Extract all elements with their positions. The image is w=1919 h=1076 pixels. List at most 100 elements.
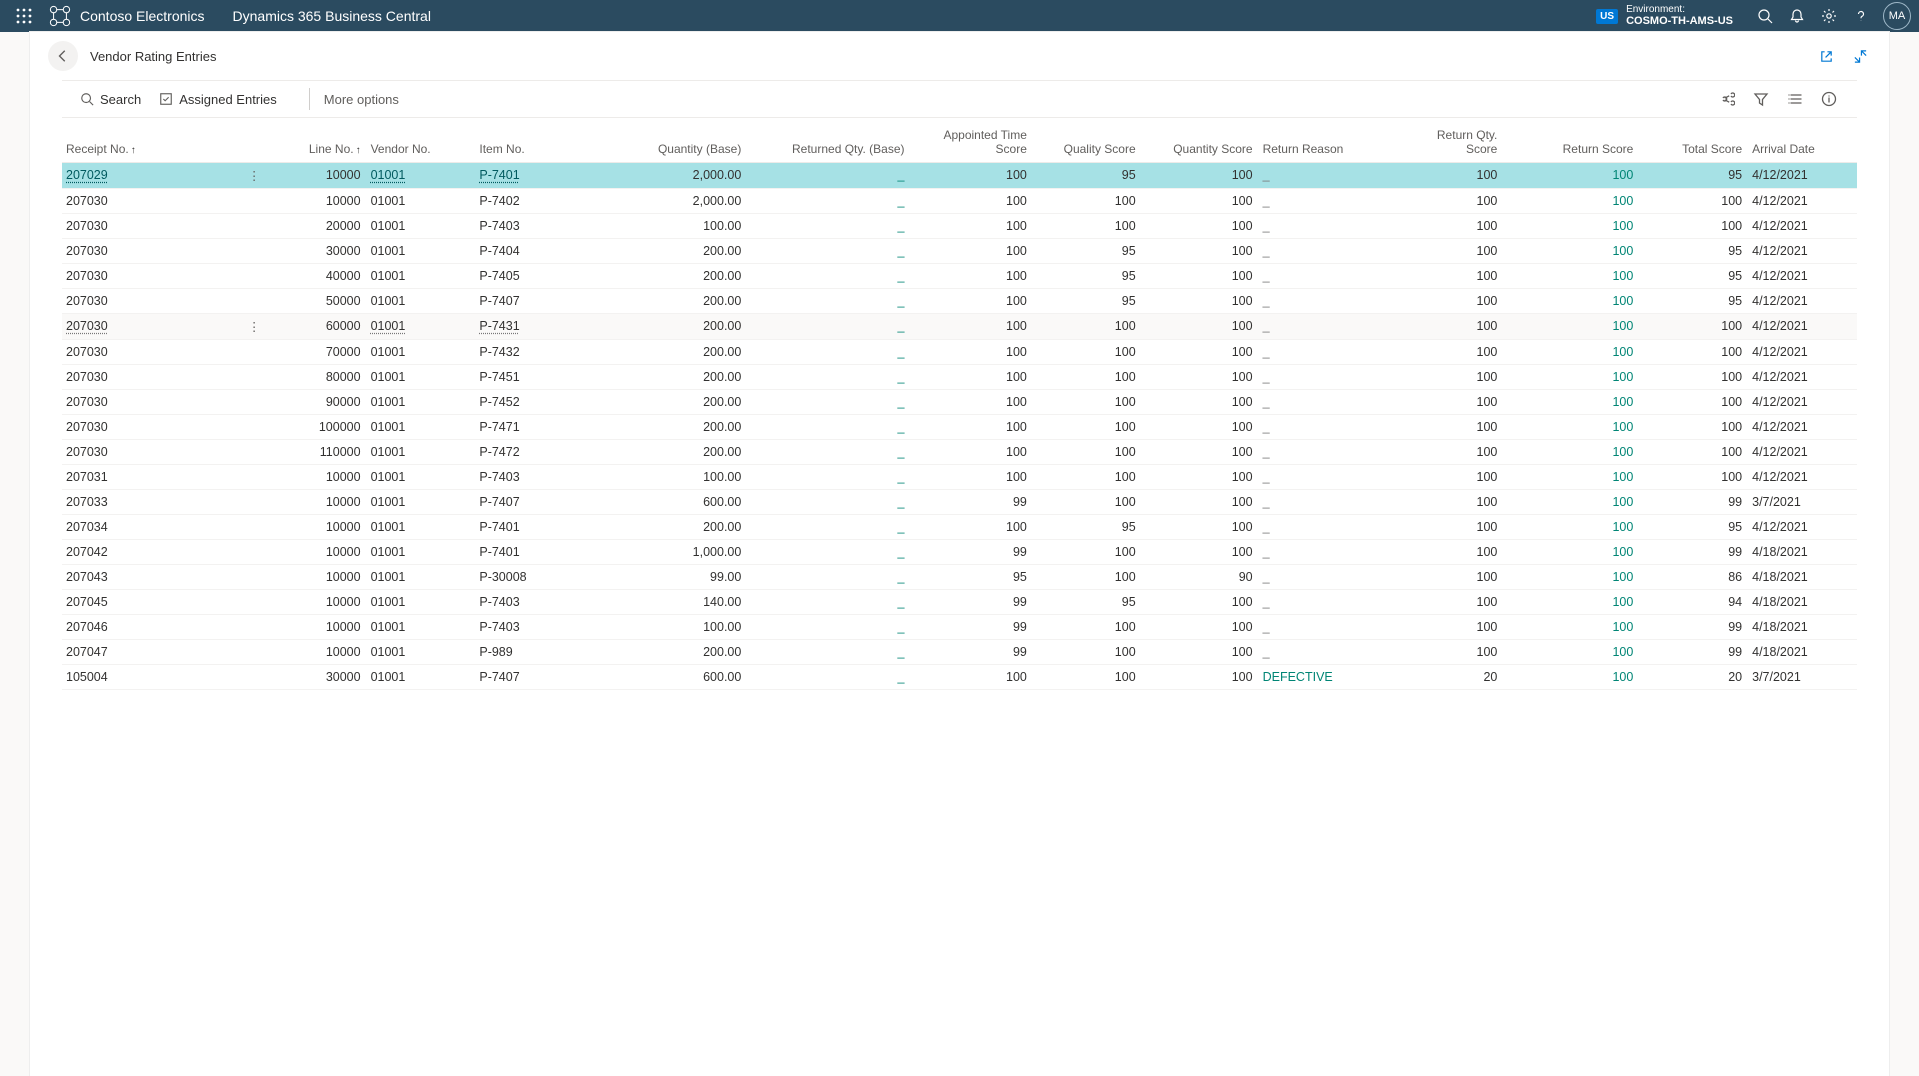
cell-receipt[interactable]: 207043: [66, 570, 108, 584]
cell-item[interactable]: P-7403: [479, 219, 519, 233]
col-line[interactable]: Line No.: [271, 118, 366, 162]
cell-reason[interactable]: _: [1259, 489, 1409, 514]
environment-indicator[interactable]: US Environment: COSMO-TH-AMS-US: [1596, 4, 1745, 27]
cell-receipt[interactable]: 207031: [66, 470, 108, 484]
row-actions-button[interactable]: [239, 414, 272, 439]
cell-item[interactable]: P-7432: [479, 345, 519, 359]
row-actions-button[interactable]: [239, 514, 272, 539]
cell-vendor[interactable]: 01001: [371, 168, 406, 182]
cell-vendor[interactable]: 01001: [371, 395, 406, 409]
settings-icon[interactable]: [1813, 0, 1845, 32]
cell-rqty[interactable]: _: [747, 188, 910, 213]
cell-rscore[interactable]: 100: [1503, 664, 1639, 689]
cell-receipt[interactable]: 207030: [66, 194, 108, 208]
cell-rscore[interactable]: 100: [1503, 389, 1639, 414]
cell-receipt[interactable]: 207030: [66, 395, 108, 409]
cell-reason[interactable]: _: [1259, 364, 1409, 389]
cell-receipt[interactable]: 207030: [66, 370, 108, 384]
table-row[interactable]: 207029⋮1000001001P-74012,000.00_10095100…: [62, 162, 1857, 188]
cell-reason[interactable]: _: [1259, 539, 1409, 564]
cell-receipt[interactable]: 207030: [66, 445, 108, 459]
col-item[interactable]: Item No.: [475, 118, 611, 162]
cell-item[interactable]: P-7403: [479, 470, 519, 484]
col-rscore[interactable]: Return Score: [1503, 118, 1639, 162]
cell-item[interactable]: P-7431: [479, 319, 519, 333]
cell-rscore[interactable]: 100: [1503, 439, 1639, 464]
row-actions-button[interactable]: [239, 389, 272, 414]
row-actions-button[interactable]: [239, 288, 272, 313]
cell-reason[interactable]: _: [1259, 263, 1409, 288]
cell-rqty[interactable]: _: [747, 339, 910, 364]
row-actions-button[interactable]: [239, 188, 272, 213]
row-actions-button[interactable]: ⋮: [239, 313, 272, 339]
cell-receipt[interactable]: 207042: [66, 545, 108, 559]
cell-vendor[interactable]: 01001: [371, 319, 406, 333]
cell-reason[interactable]: DEFECTIVE: [1259, 664, 1409, 689]
col-receipt[interactable]: Receipt No.: [62, 118, 239, 162]
company-name[interactable]: Contoso Electronics: [80, 8, 205, 24]
table-row[interactable]: 2070471000001001P-989200.00_99100100_100…: [62, 639, 1857, 664]
collapse-icon[interactable]: [1849, 45, 1871, 67]
cell-receipt[interactable]: 207030: [66, 244, 108, 258]
cell-rscore[interactable]: 100: [1503, 514, 1639, 539]
col-vendor[interactable]: Vendor No.: [367, 118, 476, 162]
cell-item[interactable]: P-7401: [479, 520, 519, 534]
row-actions-button[interactable]: [239, 489, 272, 514]
row-actions-button[interactable]: [239, 614, 272, 639]
cell-rqty[interactable]: _: [747, 263, 910, 288]
table-container[interactable]: Receipt No. Line No. Vendor No. Item No.…: [62, 118, 1857, 1072]
user-avatar[interactable]: MA: [1883, 2, 1911, 30]
row-actions-button[interactable]: [239, 213, 272, 238]
cell-reason[interactable]: _: [1259, 238, 1409, 263]
product-name[interactable]: Dynamics 365 Business Central: [233, 8, 431, 24]
cell-rqty[interactable]: _: [747, 313, 910, 339]
cell-reason[interactable]: _: [1259, 162, 1409, 188]
cell-reason[interactable]: _: [1259, 614, 1409, 639]
cell-receipt[interactable]: 207045: [66, 595, 108, 609]
cell-receipt[interactable]: 207029: [66, 168, 108, 182]
cell-rqty[interactable]: _: [747, 564, 910, 589]
cell-item[interactable]: P-7472: [479, 445, 519, 459]
cell-rscore[interactable]: 100: [1503, 414, 1639, 439]
cell-item[interactable]: P-7451: [479, 370, 519, 384]
cell-rqty[interactable]: _: [747, 439, 910, 464]
cell-receipt[interactable]: 207030: [66, 219, 108, 233]
cell-reason[interactable]: _: [1259, 389, 1409, 414]
cell-rqty[interactable]: _: [747, 238, 910, 263]
col-qtyscore[interactable]: Quantity Score: [1142, 118, 1259, 162]
cell-vendor[interactable]: 01001: [371, 269, 406, 283]
cell-item[interactable]: P-7401: [479, 168, 519, 182]
cell-vendor[interactable]: 01001: [371, 420, 406, 434]
cell-item[interactable]: P-7407: [479, 495, 519, 509]
row-actions-button[interactable]: [239, 464, 272, 489]
cell-reason[interactable]: _: [1259, 339, 1409, 364]
table-row[interactable]: 2070307000001001P-7432200.00_100100100_1…: [62, 339, 1857, 364]
help-icon[interactable]: [1845, 0, 1877, 32]
cell-rscore[interactable]: 100: [1503, 188, 1639, 213]
cell-vendor[interactable]: 01001: [371, 244, 406, 258]
cell-vendor[interactable]: 01001: [371, 545, 406, 559]
cell-reason[interactable]: _: [1259, 313, 1409, 339]
table-row[interactable]: 2070308000001001P-7451200.00_100100100_1…: [62, 364, 1857, 389]
table-row[interactable]: 1050043000001001P-7407600.00_100100100DE…: [62, 664, 1857, 689]
cell-item[interactable]: P-7403: [479, 595, 519, 609]
popout-icon[interactable]: [1815, 45, 1837, 67]
cell-reason[interactable]: _: [1259, 639, 1409, 664]
cell-item[interactable]: P-7402: [479, 194, 519, 208]
table-row[interactable]: 2070304000001001P-7405200.00_10095100_10…: [62, 263, 1857, 288]
cell-reason[interactable]: _: [1259, 514, 1409, 539]
cell-vendor[interactable]: 01001: [371, 620, 406, 634]
cell-rscore[interactable]: 100: [1503, 489, 1639, 514]
assigned-entries-button[interactable]: Assigned Entries: [159, 92, 277, 107]
cell-vendor[interactable]: 01001: [371, 294, 406, 308]
cell-rscore[interactable]: 100: [1503, 589, 1639, 614]
cell-rscore[interactable]: 100: [1503, 288, 1639, 313]
cell-receipt[interactable]: 207030: [66, 294, 108, 308]
col-arrival[interactable]: Arrival Date: [1748, 118, 1857, 162]
table-row[interactable]: 207030⋮6000001001P-7431200.00_100100100_…: [62, 313, 1857, 339]
cell-rscore[interactable]: 100: [1503, 238, 1639, 263]
cell-rqty[interactable]: _: [747, 389, 910, 414]
cell-receipt[interactable]: 207030: [66, 345, 108, 359]
col-rqty[interactable]: Returned Qty. (Base): [747, 118, 910, 162]
search-button[interactable]: Search: [80, 92, 141, 107]
